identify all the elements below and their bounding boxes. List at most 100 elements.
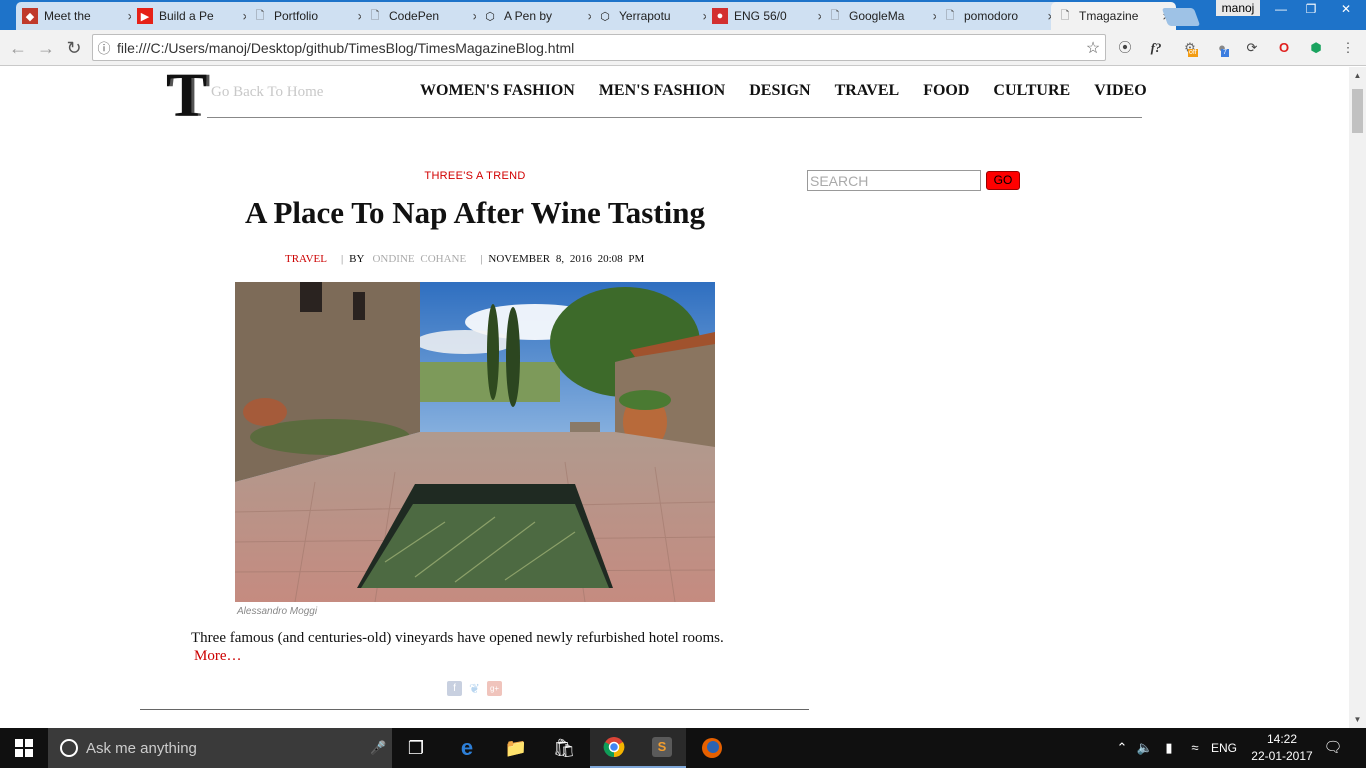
scroll-thumb[interactable] <box>1352 89 1363 133</box>
share-icons: f ❦ g+ <box>447 681 502 696</box>
article-headline[interactable]: A Place To Nap After Wine Tasting <box>200 195 750 231</box>
store-icon[interactable]: 🛍 <box>540 728 588 768</box>
byline-author[interactable]: ONDINE COHANE <box>372 253 466 265</box>
browser-tab[interactable]: ⬡Yerrapotu× <box>591 2 716 30</box>
windows-taskbar: Ask me anything 🎤 ❐ e 📁 🛍 S ⌃ 🔈 ▮ ≈ ENG … <box>0 728 1366 768</box>
photo-caption: Alessandro Moggi <box>237 606 318 617</box>
browser-tab[interactable]: ◆Meet the× <box>16 2 141 30</box>
page-icon: 🗋 <box>830 9 840 22</box>
file-explorer-icon[interactable]: 📁 <box>492 728 540 768</box>
article-photo[interactable] <box>235 282 715 602</box>
reload-icon[interactable]: ↻ <box>62 36 86 60</box>
shield-extension-icon[interactable]: ⬢ <box>1306 38 1326 58</box>
nav-video[interactable]: VIDEO <box>1094 82 1146 100</box>
gear-extension-icon[interactable]: ⚙ off <box>1180 38 1200 58</box>
article-summary: Three famous (and centuries-old) vineyar… <box>191 630 724 646</box>
address-bar[interactable]: ⓘ file:///C:/Users/manoj/Desktop/github/… <box>92 34 1106 61</box>
search-input[interactable] <box>807 170 981 191</box>
battery-icon[interactable]: ▮ <box>1158 728 1180 768</box>
new-tab-button[interactable] <box>1161 8 1201 26</box>
home-link[interactable]: Go Back To Home <box>211 84 323 101</box>
notification-icon[interactable]: 🗨 <box>1320 728 1346 768</box>
volume-icon[interactable]: 🔈 <box>1134 728 1156 768</box>
tab-title: CodePen <box>389 9 440 23</box>
google-plus-icon[interactable]: g+ <box>487 681 502 696</box>
twitter-icon[interactable]: ❦ <box>467 681 482 696</box>
article-kicker: THREE'S A TREND <box>424 170 526 182</box>
page-icon: 🗋 <box>370 9 380 22</box>
byline-separator: | <box>340 253 344 265</box>
codepen-icon: ⬡ <box>485 10 495 23</box>
tab-title: Build a Pe <box>159 9 214 23</box>
wifi-icon[interactable]: ≈ <box>1184 728 1206 768</box>
windows-start-icon[interactable] <box>0 728 48 768</box>
chevron-up-icon[interactable]: ⌃ <box>1112 728 1132 768</box>
close-icon[interactable]: ✕ <box>1326 0 1366 18</box>
clock-time: 14:22 <box>1266 732 1298 746</box>
tab-title: Yerrapotu <box>619 9 671 23</box>
page-icon: 🗋 <box>945 9 955 22</box>
restore-icon[interactable]: ❐ <box>1296 0 1326 18</box>
browser-tab[interactable]: 🗋Tmagazine× <box>1051 2 1176 30</box>
codepen-red-icon: ◆ <box>22 8 38 24</box>
browser-tab[interactable]: 🗋Portfolio× <box>246 2 371 30</box>
language-indicator[interactable]: ENG <box>1208 728 1240 768</box>
nav-mens-fashion[interactable]: MEN'S FASHION <box>599 82 725 100</box>
cortana-icon <box>60 739 78 757</box>
formula-extension-icon[interactable]: f? <box>1146 38 1166 58</box>
scroll-up-icon[interactable]: ▲ <box>1349 67 1366 84</box>
forward-arrow-icon[interactable]: → <box>34 36 58 60</box>
tab-title: pomodoro <box>964 9 1019 23</box>
system-clock[interactable]: 14:22 22-01-2017 <box>1248 731 1316 765</box>
task-view-icon[interactable]: ❐ <box>392 728 440 768</box>
edge-icon[interactable]: e <box>443 728 491 768</box>
cortana-search-box[interactable]: Ask me anything 🎤 <box>48 728 392 768</box>
tab-title: Meet the <box>44 9 91 23</box>
nav-food[interactable]: FOOD <box>923 82 969 100</box>
header-divider <box>207 117 1142 118</box>
more-link[interactable]: More… <box>194 648 242 665</box>
site-logo[interactable]: T <box>166 67 207 127</box>
tab-strip: ◆Meet the×▶Build a Pe×🗋Portfolio×🗋CodePe… <box>0 0 1366 30</box>
minimize-icon[interactable]: — <box>1266 0 1296 18</box>
url-text[interactable]: file:///C:/Users/manoj/Desktop/github/Ti… <box>115 40 1081 56</box>
tab-title: A Pen by <box>504 9 553 23</box>
firefox-icon[interactable] <box>688 728 736 768</box>
dot-extension-icon[interactable]: ● 7 <box>1212 38 1232 58</box>
cortana-search-text[interactable]: Ask me anything <box>86 740 370 757</box>
back-arrow-icon[interactable]: ← <box>6 36 30 60</box>
opera-extension-icon[interactable]: O <box>1274 38 1294 58</box>
browser-tab[interactable]: ⬡A Pen by× <box>476 2 601 30</box>
info-icon[interactable]: ⓘ <box>93 38 115 57</box>
page-scrollbar[interactable]: ▲ ▼ <box>1349 67 1366 728</box>
sync-extension-icon[interactable]: ⟳ <box>1242 38 1262 58</box>
compass-extension-icon[interactable]: ⦿ <box>1115 38 1135 58</box>
nav-design[interactable]: DESIGN <box>749 82 810 100</box>
browser-tab[interactable]: ●ENG 56/0× <box>706 2 831 30</box>
go-button[interactable]: GO <box>986 171 1020 190</box>
browser-tab[interactable]: 🗋CodePen× <box>361 2 486 30</box>
article-divider <box>140 709 809 710</box>
sublime-text-icon[interactable]: S <box>638 728 686 768</box>
off-badge: off <box>1188 49 1198 57</box>
page-icon: 🗋 <box>1060 9 1070 22</box>
facebook-icon[interactable]: f <box>447 681 462 696</box>
microphone-icon[interactable]: 🎤 <box>370 740 392 756</box>
nav-culture[interactable]: CULTURE <box>993 82 1070 100</box>
nav-travel[interactable]: TRAVEL <box>835 82 900 100</box>
scroll-down-icon[interactable]: ▼ <box>1349 711 1366 728</box>
browser-toolbar: ← → ↻ ⓘ file:///C:/Users/manoj/Desktop/g… <box>0 30 1366 66</box>
byline-section[interactable]: TRAVEL <box>285 253 327 265</box>
youtube-icon: ▶ <box>137 8 153 24</box>
main-nav: WOMEN'S FASHION MEN'S FASHION DESIGN TRA… <box>420 82 1147 100</box>
browser-tab[interactable]: 🗋pomodoro× <box>936 2 1061 30</box>
page-icon: 🗋 <box>255 9 265 22</box>
bookmark-star-icon[interactable]: ☆ <box>1081 38 1105 58</box>
menu-icon[interactable]: ⋮ <box>1338 38 1358 58</box>
count-badge: 7 <box>1221 49 1229 57</box>
browser-tab[interactable]: 🗋GoogleMa× <box>821 2 946 30</box>
profile-button[interactable]: manoj <box>1216 0 1260 16</box>
chrome-taskbar-icon[interactable] <box>590 728 638 768</box>
browser-tab[interactable]: ▶Build a Pe× <box>131 2 256 30</box>
nav-womens-fashion[interactable]: WOMEN'S FASHION <box>420 82 575 100</box>
